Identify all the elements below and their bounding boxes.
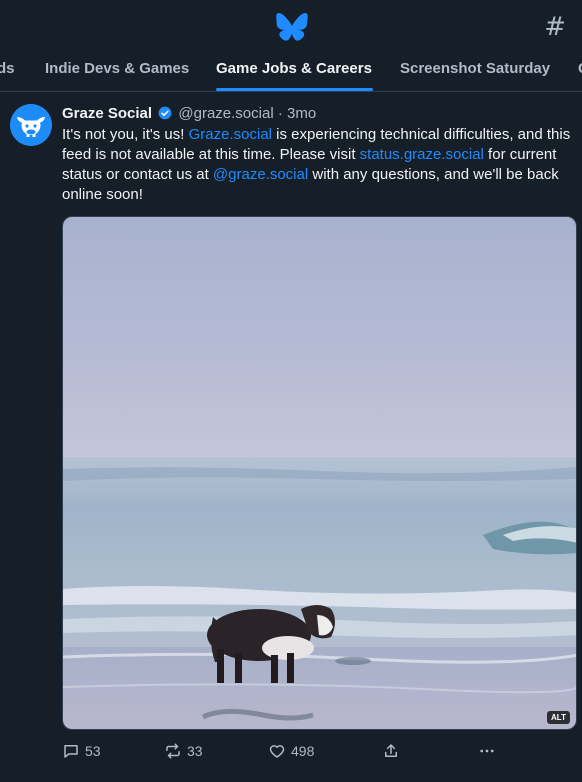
more-options-button[interactable] bbox=[478, 739, 496, 763]
ellipsis-icon bbox=[480, 749, 494, 753]
reply-icon bbox=[64, 745, 78, 758]
feed-tabs: ds Indie Devs & Games Game Jobs & Career… bbox=[0, 52, 582, 92]
heart-icon bbox=[269, 745, 285, 758]
post-actions: 53 33 498 bbox=[62, 739, 577, 763]
status-link[interactable]: status.graze.social bbox=[360, 146, 484, 163]
feed-post[interactable]: Graze Social @graze.social · 3mo It's no… bbox=[0, 93, 582, 782]
post-text-part: It's not you, it's us! bbox=[62, 126, 189, 143]
avatar[interactable] bbox=[10, 104, 52, 146]
post-text: It's not you, it's us! Graze.social is e… bbox=[62, 125, 577, 205]
tab-screenshot-saturday[interactable]: Screenshot Saturday bbox=[400, 52, 550, 91]
hash-icon[interactable]: # bbox=[544, 12, 566, 42]
post-header: Graze Social @graze.social · 3mo bbox=[62, 105, 316, 122]
tab-game-jobs-careers[interactable]: Game Jobs & Careers bbox=[216, 52, 372, 91]
verified-badge-icon bbox=[158, 106, 172, 120]
repost-count: 33 bbox=[187, 743, 203, 759]
like-button[interactable]: 498 bbox=[268, 739, 314, 763]
repost-button[interactable]: 33 bbox=[164, 739, 203, 763]
repost-icon bbox=[166, 743, 180, 759]
butterfly-icon[interactable] bbox=[276, 13, 308, 41]
post-time[interactable]: 3mo bbox=[287, 105, 316, 122]
cow-on-beach-image bbox=[63, 217, 576, 729]
author-handle[interactable]: @graze.social bbox=[178, 105, 273, 122]
active-tab-indicator bbox=[216, 88, 373, 91]
tab-indie-devs-games[interactable]: Indie Devs & Games bbox=[45, 52, 189, 91]
reply-count: 53 bbox=[85, 743, 101, 759]
post-image[interactable]: ALT bbox=[62, 216, 577, 730]
separator-dot: · bbox=[277, 105, 283, 122]
graze-social-link[interactable]: Graze.social bbox=[189, 126, 272, 143]
author-name[interactable]: Graze Social bbox=[62, 105, 152, 122]
tab-previous[interactable]: ds bbox=[0, 52, 15, 91]
tab-next[interactable]: G bbox=[578, 52, 582, 91]
reply-button[interactable]: 53 bbox=[62, 739, 101, 763]
like-count: 498 bbox=[291, 743, 315, 759]
share-button[interactable] bbox=[382, 739, 400, 763]
share-icon bbox=[385, 744, 397, 757]
alt-text-badge[interactable]: ALT bbox=[547, 711, 570, 724]
mention-link[interactable]: @graze.social bbox=[213, 166, 308, 183]
top-bar: # bbox=[0, 0, 582, 52]
cow-logo-icon bbox=[10, 104, 52, 146]
